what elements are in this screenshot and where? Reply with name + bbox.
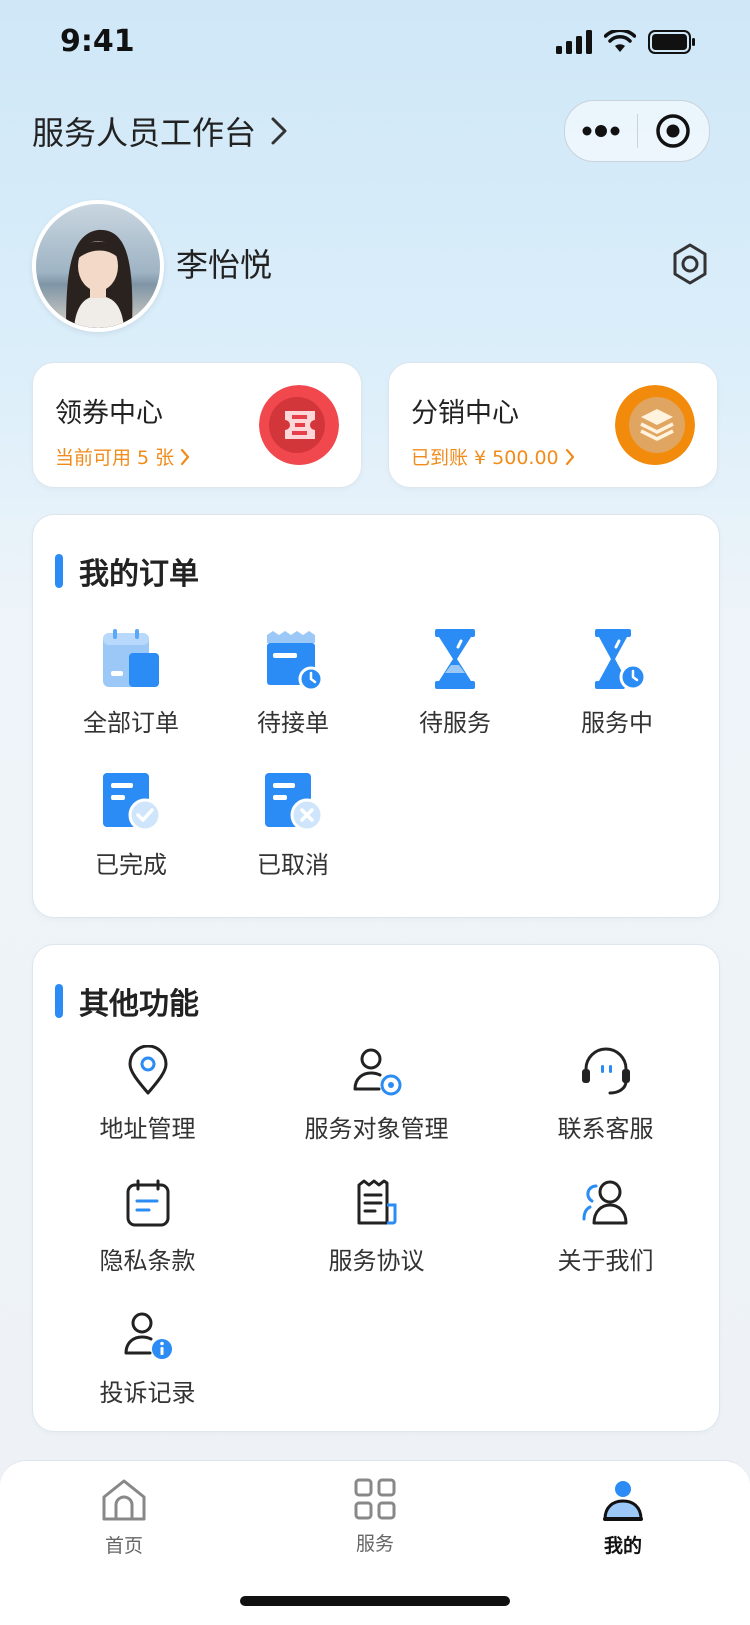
mini-program-capsule <box>564 100 710 162</box>
headset-icon <box>581 1047 630 1095</box>
status-time: 9:41 <box>60 24 135 59</box>
tab-label: 服务 <box>355 1533 394 1555</box>
tab-home[interactable]: 首页 <box>64 1477 184 1558</box>
in-service-icon <box>595 629 647 691</box>
func-item-service-targets[interactable]: 服务对象管理 <box>262 1045 491 1144</box>
other-functions-section: 其他功能 地址管理 服务对象管理 联系客服 隐私条款 服务协议 关于我们 投诉记… <box>32 944 720 1432</box>
func-item-label: 服务对象管理 <box>304 1115 449 1143</box>
order-item-pending-accept[interactable]: 待接单 <box>213 627 373 738</box>
func-item-agreement[interactable]: 服务协议 <box>262 1177 491 1276</box>
battery-icon <box>648 30 695 54</box>
func-item-complaints[interactable]: 投诉记录 <box>33 1309 262 1408</box>
layers-icon <box>615 385 695 465</box>
coupon-center-subtitle: 当前可用 5 张 <box>55 443 190 470</box>
coupon-count-text: 当前可用 5 张 <box>55 447 175 469</box>
close-miniprogram-button[interactable] <box>638 101 710 161</box>
status-icons <box>556 30 696 54</box>
cancelled-icon <box>265 773 324 832</box>
calendar-doc-icon <box>126 1179 169 1227</box>
func-item-contact-support[interactable]: 联系客服 <box>491 1045 720 1144</box>
order-item-label: 全部订单 <box>83 709 179 737</box>
profile-icon <box>603 1481 643 1521</box>
my-orders-section: 我的订单 全部订单 待接单 待服务 服务中 已完成 已取消 <box>32 514 720 918</box>
pending-service-icon <box>435 629 475 689</box>
func-item-label: 投诉记录 <box>99 1379 196 1407</box>
user-settings-icon <box>353 1048 401 1096</box>
order-item-completed[interactable]: 已完成 <box>51 769 211 880</box>
user-info-icon <box>124 1312 172 1359</box>
distribution-center-title: 分销中心 <box>411 398 519 429</box>
chevron-right-icon <box>181 448 190 465</box>
func-item-label: 地址管理 <box>99 1115 196 1143</box>
order-item-label: 服务中 <box>581 709 653 737</box>
section-accent-bar <box>55 554 63 588</box>
order-item-all[interactable]: 全部订单 <box>51 627 211 738</box>
func-item-label: 关于我们 <box>557 1247 654 1275</box>
all-orders-icon <box>103 629 159 687</box>
other-functions-header: 其他功能 <box>55 979 199 1023</box>
other-functions-title: 其他功能 <box>79 987 199 1022</box>
home-icon <box>102 1479 146 1521</box>
completed-icon <box>103 773 162 832</box>
order-item-label: 已取消 <box>257 851 329 879</box>
func-item-label: 隐私条款 <box>99 1247 196 1275</box>
agreement-icon <box>357 1179 396 1225</box>
signal-icon <box>556 30 592 54</box>
more-dots-icon <box>582 125 620 137</box>
tab-service[interactable]: 服务 <box>315 1477 435 1556</box>
distribution-center-subtitle: 已到账 ¥ 500.00 <box>411 443 575 470</box>
order-item-label: 待服务 <box>419 709 491 737</box>
order-item-label: 已完成 <box>95 851 167 879</box>
section-accent-bar <box>55 984 63 1018</box>
home-indicator <box>240 1596 510 1606</box>
coupon-center-title: 领券中心 <box>55 398 163 429</box>
func-item-address[interactable]: 地址管理 <box>33 1045 262 1144</box>
workbench-title[interactable]: 服务人员工作台 <box>32 108 288 154</box>
user-name: 李怡悦 <box>176 246 273 284</box>
order-item-cancelled[interactable]: 已取消 <box>213 769 373 880</box>
location-icon <box>128 1045 167 1095</box>
grid-icon <box>354 1478 396 1520</box>
my-orders-header: 我的订单 <box>55 549 199 593</box>
tab-label: 我的 <box>603 1535 642 1557</box>
more-button[interactable] <box>565 101 637 161</box>
coupon-icon <box>259 385 339 465</box>
users-icon <box>582 1180 627 1225</box>
distribution-amount-text: 已到账 ¥ 500.00 <box>411 447 559 469</box>
avatar[interactable] <box>32 200 164 332</box>
tab-label: 首页 <box>104 1535 143 1557</box>
my-orders-title: 我的订单 <box>79 557 199 592</box>
settings-button[interactable] <box>668 242 712 290</box>
coupon-center-card[interactable]: 领券中心 当前可用 5 张 <box>32 362 362 488</box>
pending-accept-icon <box>267 631 324 691</box>
tab-mine[interactable]: 我的 <box>563 1477 683 1558</box>
chevron-right-icon <box>271 117 287 145</box>
page-title: 服务人员工作台 <box>32 114 257 152</box>
target-icon <box>656 114 690 148</box>
distribution-center-card[interactable]: 分销中心 已到账 ¥ 500.00 <box>388 362 718 488</box>
func-item-about-us[interactable]: 关于我们 <box>491 1177 720 1276</box>
order-item-label: 待接单 <box>257 709 329 737</box>
order-item-in-service[interactable]: 服务中 <box>537 627 697 738</box>
gear-icon <box>673 243 707 285</box>
wifi-icon <box>604 30 636 52</box>
func-item-label: 联系客服 <box>557 1115 654 1143</box>
func-item-label: 服务协议 <box>328 1247 425 1275</box>
chevron-right-icon <box>565 448 574 465</box>
func-item-privacy[interactable]: 隐私条款 <box>33 1177 262 1276</box>
order-item-pending-service[interactable]: 待服务 <box>375 627 535 738</box>
